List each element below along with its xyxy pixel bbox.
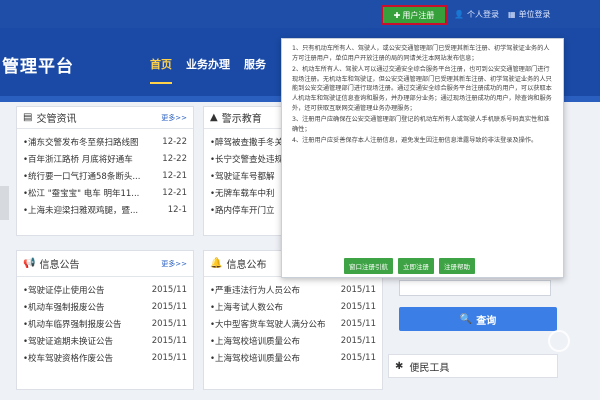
list-item[interactable]: •机动车强制报废公告 2015/11 xyxy=(23,298,187,315)
register-help-button[interactable]: 注册帮助 xyxy=(439,258,475,274)
unit-login-link[interactable]: ▦ 单位登录 xyxy=(508,9,551,20)
notice-title: 信息公告 xyxy=(39,260,80,271)
list-item[interactable]: •驾驶证停止使用公告 2015/11 xyxy=(23,281,187,298)
list-item[interactable]: •驾驶证逾期未换证公告 2015/11 xyxy=(23,332,187,349)
list-item[interactable]: •松江 "蚕宝宝" 电车 明年11... 12-21 xyxy=(23,184,187,201)
newspaper-icon: ▤ xyxy=(23,112,33,123)
list-item[interactable]: •机动车临界强制报废公告 2015/11 xyxy=(23,315,187,332)
popup-paragraph: 2、机动车所有人、驾驶人可以通过交通安全综合服务平台注册，也可到公安交通管理部门… xyxy=(292,66,552,112)
counter-register-guide-button[interactable]: 窗口注册引航 xyxy=(344,258,393,274)
notice-panel: 📢 信息公告 更多>> •驾驶证停止使用公告 2015/11 •机动车强制报废公告… xyxy=(16,250,194,390)
megaphone-icon: 📢 xyxy=(23,258,36,269)
search-icon: 🔍 xyxy=(459,313,473,325)
notice-more-link[interactable]: 更多>> xyxy=(161,259,187,269)
popup-paragraph: 4、注册用户应妥善保存本人注册信息，避免发生因注册信息泄露导致的非法登录及操作。 xyxy=(292,137,538,145)
news-panel: ▤ 交管资讯 更多>> •浦东交警发布冬至祭扫路线图 12-22 •百年浙江路桥 … xyxy=(16,106,194,236)
list-item[interactable]: •严重违法行为人员公布 2015/11 xyxy=(210,281,376,298)
warning-title: 警示教育 xyxy=(221,114,262,125)
list-item[interactable]: •上海未迎梁扫雅观鸡腿，暨... 12-1 xyxy=(23,201,187,218)
warning-icon: ▲ xyxy=(210,112,218,123)
popup-buttons: 窗口注册引航 立即注册 注册帮助 xyxy=(344,258,475,274)
tools-panel-header: ✱ 便民工具 xyxy=(388,354,558,378)
main-nav: 首页 业务办理 服务 xyxy=(150,56,266,84)
publish-title: 信息公布 xyxy=(226,260,267,271)
nav-service[interactable]: 服务 xyxy=(244,56,266,84)
registration-info-popup: 1、只有机动车所有人、驾驶人，或公安交通管理部门已受理其新车注册、初学驾驶证业务… xyxy=(281,38,564,278)
gear-icon: ✱ xyxy=(395,360,404,372)
popup-paragraph: 1、只有机动车所有人、驾驶人，或公安交通管理部门已受理其新车注册、初学驾驶证业务… xyxy=(292,45,550,62)
user-icon: 👤 xyxy=(454,10,464,19)
list-item[interactable]: •校车驾驶资格作废公告 2015/11 xyxy=(23,349,187,366)
list-item[interactable]: •上海考试人数公布 2015/11 xyxy=(210,298,376,315)
personal-login-link[interactable]: 👤 个人登录 xyxy=(454,9,499,20)
plus-icon: ✚ xyxy=(393,10,401,20)
list-item[interactable]: •上海驾校培训质量公布 2015/11 xyxy=(210,349,376,366)
list-item[interactable]: •上海驾校培训质量公布 2015/11 xyxy=(210,332,376,349)
list-item[interactable]: •统行要一口气打通58条断头... 12-21 xyxy=(23,167,187,184)
popup-paragraph: 3、注册用户应确保在公安交通管理部门登记的机动车所有人或驾驶人手机联系号码真实性… xyxy=(292,116,550,133)
watermark-circle xyxy=(548,330,570,352)
register-button[interactable]: ✚ 用户注册 xyxy=(381,5,447,25)
building-icon: ▦ xyxy=(508,10,516,19)
search-input[interactable] xyxy=(399,280,551,296)
nav-home[interactable]: 首页 xyxy=(150,56,172,84)
news-title: 交管资讯 xyxy=(36,114,77,125)
list-item[interactable]: •大中型客货车驾驶人满分公布 2015/11 xyxy=(210,315,376,332)
register-now-button[interactable]: 立即注册 xyxy=(398,258,434,274)
list-item[interactable]: •百年浙江路桥 月底将好通车 12-22 xyxy=(23,150,187,167)
list-item[interactable]: •浦东交警发布冬至祭扫路线图 12-22 xyxy=(23,133,187,150)
bell-icon: 🔔 xyxy=(210,258,223,269)
news-more-link[interactable]: 更多>> xyxy=(161,113,187,123)
top-bar: ✚ 用户注册 👤 个人登录 ▦ 单位登录 xyxy=(0,0,600,28)
query-button[interactable]: 🔍 查询 xyxy=(399,307,557,331)
left-edge-tab xyxy=(0,186,9,220)
nav-business[interactable]: 业务办理 xyxy=(186,56,230,84)
brand-title: 管理平台 xyxy=(2,57,74,77)
